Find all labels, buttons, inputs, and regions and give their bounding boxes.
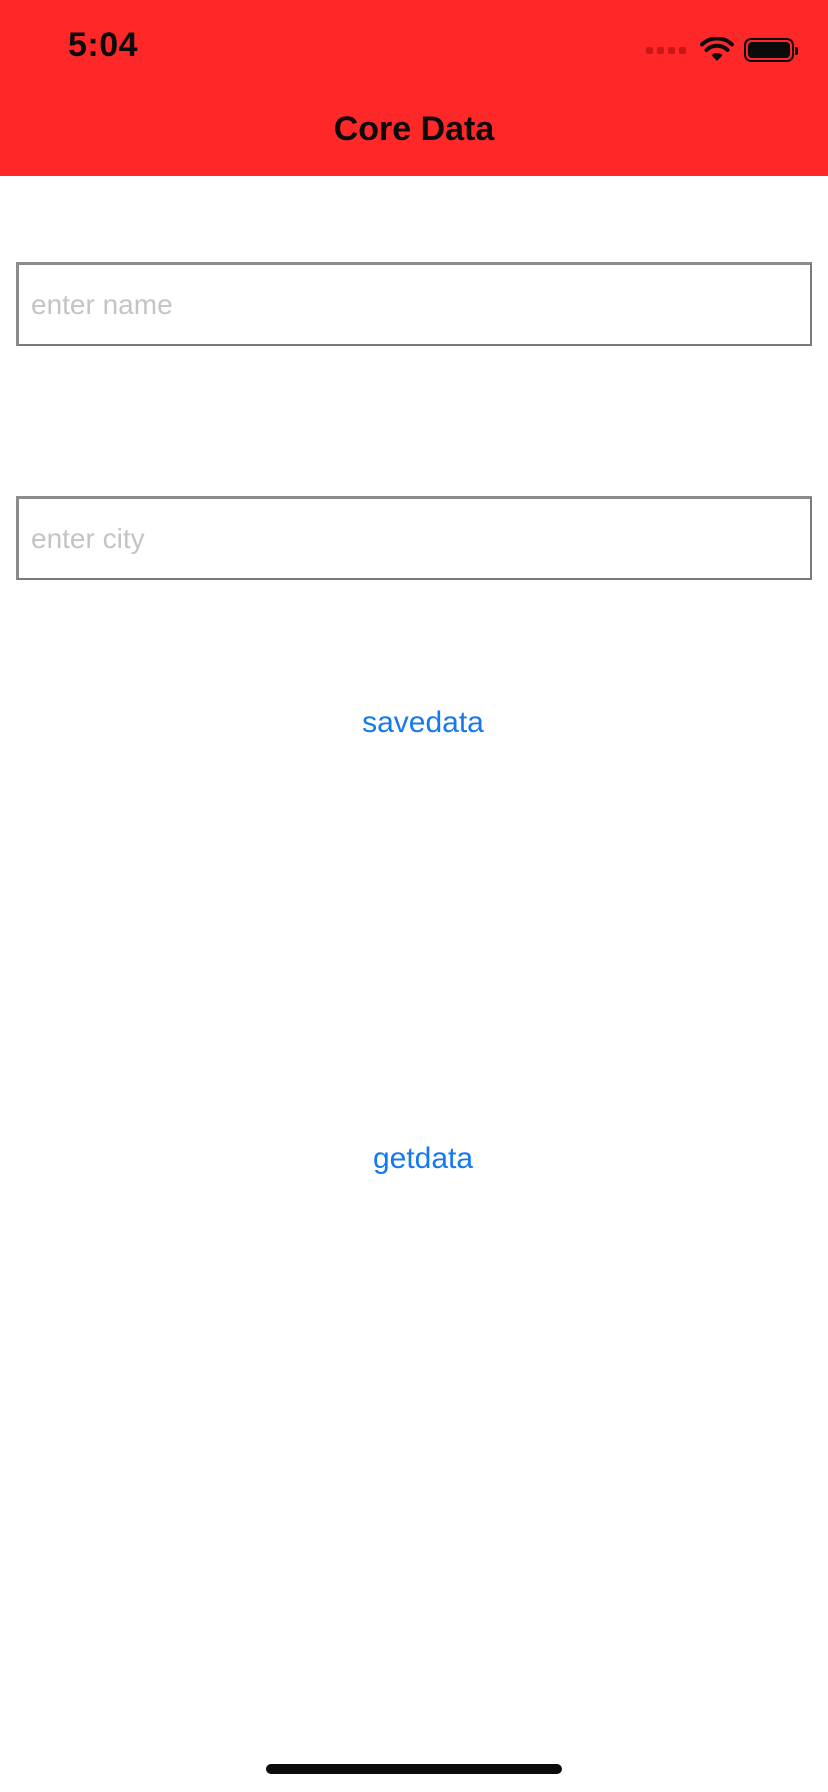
home-indicator[interactable] — [266, 1764, 562, 1774]
city-input[interactable] — [16, 496, 812, 580]
navigation-bar: 5:04 Core Data — [0, 0, 828, 176]
status-time: 5:04 — [68, 26, 139, 64]
get-data-button[interactable]: getdata — [0, 1142, 828, 1176]
cellular-signal-icon — [646, 46, 686, 54]
save-data-button[interactable]: savedata — [0, 706, 828, 740]
battery-icon — [744, 38, 798, 62]
app-screen: 5:04 Core Data savedata getdata — [0, 0, 828, 1792]
status-icons — [646, 34, 798, 66]
wifi-icon — [700, 37, 734, 61]
name-input[interactable] — [16, 262, 812, 346]
page-title: Core Data — [333, 110, 495, 148]
